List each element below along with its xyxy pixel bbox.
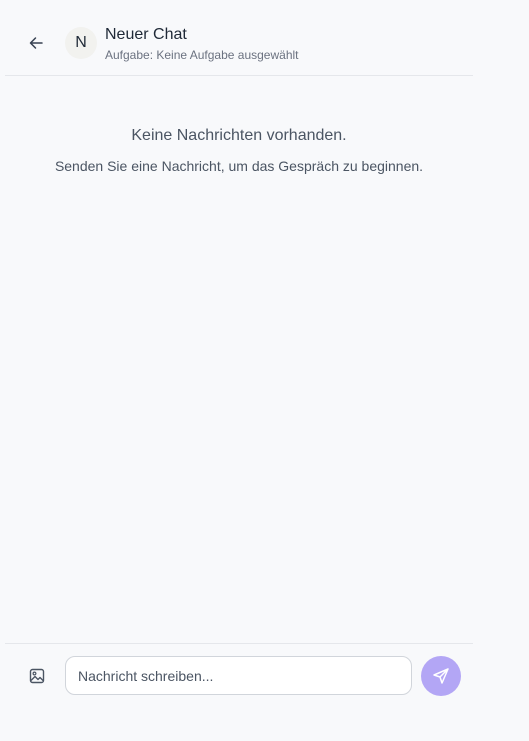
- send-button[interactable]: [421, 656, 461, 696]
- send-icon: [433, 668, 449, 684]
- empty-state-subtitle: Senden Sie eine Nachricht, um das Gesprä…: [54, 158, 424, 174]
- empty-state-title: Keine Nachrichten vorhanden.: [131, 127, 347, 144]
- image-icon: [29, 668, 45, 684]
- attach-image-button[interactable]: [27, 666, 47, 686]
- chat-header: N Neuer Chat Aufgabe: Keine Aufgabe ausg…: [5, 0, 473, 76]
- chat-panel: N Neuer Chat Aufgabe: Keine Aufgabe ausg…: [5, 0, 473, 740]
- arrow-left-icon: [29, 37, 43, 49]
- back-button[interactable]: [25, 32, 47, 54]
- composer: [5, 643, 473, 741]
- message-input[interactable]: [65, 656, 412, 695]
- avatar: N: [65, 27, 97, 59]
- chat-subtitle: Aufgabe: Keine Aufgabe ausgewählt: [105, 48, 299, 62]
- chat-title: Neuer Chat: [105, 26, 187, 43]
